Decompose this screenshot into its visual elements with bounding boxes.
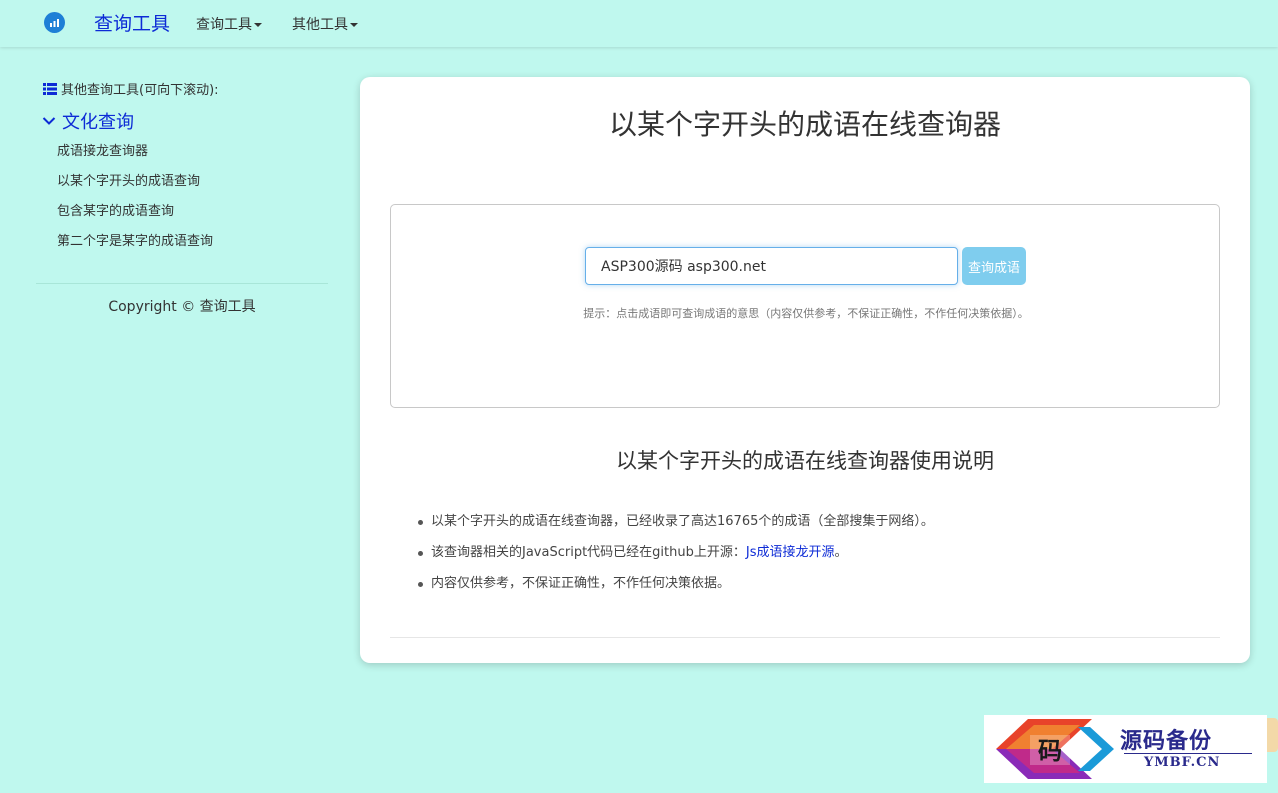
usage-title: 以某个字开头的成语在线查询器使用说明 <box>616 449 994 473</box>
sidebar-item-second-char[interactable]: 第二个字是某字的成语查询 <box>57 230 213 249</box>
svg-text:码: 码 <box>1038 736 1062 765</box>
watermark-title: 源码备份 <box>1120 728 1213 754</box>
usage-list: 以某个字开头的成语在线查询器，已经收录了高达16765个的成语（全部搜集于网络）… <box>418 513 934 606</box>
sidebar-item-contains[interactable]: 包含某字的成语查询 <box>57 200 174 219</box>
list-item: 以某个字开头的成语在线查询器，已经收录了高达16765个的成语（全部搜集于网络）… <box>418 513 934 544</box>
list-item-text: 。 <box>834 545 848 560</box>
list-item-text: 该查询器相关的JavaScript代码已经在github上开源： <box>431 545 746 560</box>
sidebar-category-culture[interactable]: 文化查询 <box>42 108 134 134</box>
watermark-rule <box>1124 753 1252 754</box>
query-button[interactable]: 查询成语 <box>962 247 1026 285</box>
watermark-logo: 码 源码备份 YMBF.CN <box>984 715 1267 783</box>
nav-dropdown-query-tools[interactable]: 查询工具 <box>196 14 262 34</box>
sidebar-item-starts-with[interactable]: 以某个字开头的成语查询 <box>57 170 200 189</box>
caret-down-icon <box>254 23 262 27</box>
github-link[interactable]: Js成语接龙开源 <box>746 545 835 560</box>
nav-dropdown-label: 查询工具 <box>196 17 252 33</box>
list-item: 内容仅供参考，不保证正确性，不作任何决策依据。 <box>418 575 934 606</box>
brand-link[interactable]: 查询工具 <box>94 9 170 36</box>
main-card: 以某个字开头的成语在线查询器 查询成语 提示：点击成语即可查询成语的意思（内容仅… <box>360 77 1250 663</box>
query-input[interactable] <box>585 247 958 285</box>
hint-text: 提示：点击成语即可查询成语的意思（内容仅供参考，不保证正确性，不作任何决策依据）… <box>583 307 1029 320</box>
bullet-icon <box>418 520 423 525</box>
list-icon <box>43 82 57 95</box>
bullet-icon <box>418 582 423 587</box>
logo-icon[interactable] <box>44 12 65 33</box>
sidebar-header: 其他查询工具(可向下滚动): <box>43 79 219 98</box>
chevron-down-icon <box>42 117 56 125</box>
list-item: 该查询器相关的JavaScript代码已经在github上开源：Js成语接龙开源… <box>418 544 934 575</box>
sidebar-item-idiom-chain[interactable]: 成语接龙查询器 <box>57 140 148 159</box>
nav-dropdown-label: 其他工具 <box>292 17 348 33</box>
watermark-emblem-icon: 码 <box>996 719 1114 779</box>
caret-down-icon <box>350 23 358 27</box>
card-divider <box>390 637 1220 638</box>
watermark-domain: YMBF.CN <box>1144 755 1221 770</box>
bullet-icon <box>418 551 423 556</box>
query-panel: 查询成语 提示：点击成语即可查询成语的意思（内容仅供参考，不保证正确性，不作任何… <box>390 204 1220 408</box>
copyright-text: Copyright © 查询工具 <box>108 299 256 315</box>
sidebar-divider <box>36 283 328 284</box>
sidebar-header-label: 其他查询工具(可向下滚动): <box>61 83 219 98</box>
top-navbar: 查询工具 查询工具 其他工具 <box>0 0 1278 47</box>
list-item-text: 内容仅供参考，不保证正确性，不作任何决策依据。 <box>431 576 731 591</box>
list-item-text: 以某个字开头的成语在线查询器，已经收录了高达16765个的成语（全部搜集于网络）… <box>431 514 934 529</box>
nav-dropdown-other-tools[interactable]: 其他工具 <box>292 14 358 34</box>
sidebar-category-label: 文化查询 <box>62 112 134 133</box>
page-title: 以某个字开头的成语在线查询器 <box>608 108 1001 141</box>
